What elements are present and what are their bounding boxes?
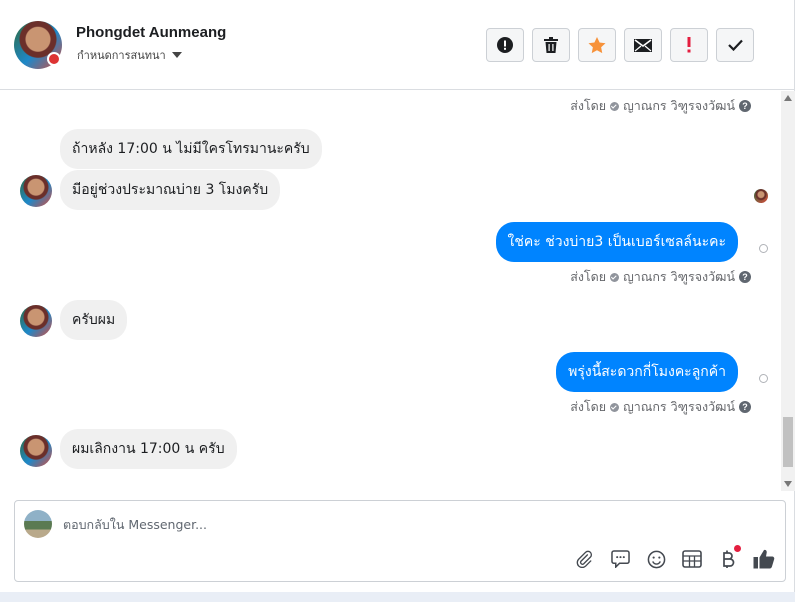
message-thread[interactable]: ส่งโดย ญาณกร วิฑูรจงวัฒน์ ? ถ้าหลัง 17:0… bbox=[0, 91, 781, 491]
sent-by-label: ส่งโดย bbox=[570, 399, 607, 414]
contact-avatar-small[interactable] bbox=[20, 435, 52, 467]
baht-icon bbox=[723, 550, 735, 568]
sent-by-meta: ส่งโดย ญาณกร วิฑูรจงวัฒน์ ? bbox=[570, 96, 751, 116]
message-bubble-outgoing[interactable]: ใช่คะ ช่วงบ่าย3 เป็นเบอร์เซลล์นะคะ bbox=[495, 222, 738, 262]
contact-avatar-small[interactable] bbox=[20, 305, 52, 337]
help-icon[interactable]: ? bbox=[739, 100, 751, 112]
verified-check-icon bbox=[610, 402, 620, 412]
saved-replies-button[interactable] bbox=[609, 548, 631, 570]
checkmark-icon bbox=[727, 39, 743, 51]
message-bubble-incoming[interactable]: ครับผม bbox=[60, 300, 128, 340]
attach-button[interactable] bbox=[573, 548, 595, 570]
conversation-label: กำหนดการสนทนา bbox=[77, 49, 166, 62]
sent-by-meta: ส่งโดย ญาณกร วิฑูรจงวัฒน์ ? bbox=[570, 397, 751, 417]
scroll-up-arrow-icon[interactable] bbox=[784, 95, 792, 101]
appointment-button[interactable] bbox=[681, 548, 703, 570]
smiley-icon bbox=[647, 550, 665, 568]
page-avatar bbox=[24, 510, 52, 538]
scrollbar-thumb[interactable] bbox=[783, 417, 793, 467]
sent-by-label: ส่งโดย bbox=[570, 269, 607, 284]
star-icon bbox=[588, 36, 606, 53]
message-bubble-incoming[interactable]: ถ้าหลัง 17:00 น ไม่มีใครโทรมานะครับ bbox=[60, 129, 322, 169]
speech-bubble-icon bbox=[610, 550, 630, 568]
reply-composer: ตอบกลับใน Messenger... bbox=[14, 500, 786, 582]
sender-name: ญาณกร วิฑูรจงวัฒน์ bbox=[623, 269, 735, 284]
exclamation-circle-icon bbox=[497, 37, 513, 53]
delivered-status-icon bbox=[759, 244, 768, 253]
star-button[interactable] bbox=[578, 28, 616, 62]
exclamation-icon bbox=[687, 37, 691, 53]
mark-important-button[interactable] bbox=[670, 28, 708, 62]
verified-check-icon bbox=[610, 272, 620, 282]
envelope-icon bbox=[634, 38, 652, 52]
notification-dot bbox=[734, 545, 741, 552]
sent-by-label: ส่งโดย bbox=[570, 98, 607, 113]
trash-icon bbox=[544, 37, 558, 53]
reply-input[interactable]: ตอบกลับใน Messenger... bbox=[63, 515, 207, 535]
composer-toolbar bbox=[573, 545, 775, 570]
help-icon[interactable]: ? bbox=[739, 271, 751, 283]
conversation-label-dropdown[interactable]: กำหนดการสนทนา bbox=[77, 46, 182, 64]
message-bubble-incoming[interactable]: มีอยู่ช่วงประมาณบ่าย 3 โมงครับ bbox=[60, 170, 281, 210]
mark-done-button[interactable] bbox=[716, 28, 754, 62]
scroll-down-arrow-icon[interactable] bbox=[784, 481, 792, 487]
paperclip-icon bbox=[576, 550, 593, 568]
contact-avatar[interactable] bbox=[14, 21, 62, 69]
sent-by-meta: ส่งโดย ญาณกร วิฑูรจงวัฒน์ ? bbox=[570, 267, 751, 287]
contact-name[interactable]: Phongdet Aunmeang bbox=[76, 24, 226, 41]
delivered-status-icon bbox=[759, 374, 768, 383]
thumbs-up-icon bbox=[753, 549, 775, 569]
thread-scrollbar[interactable] bbox=[781, 91, 795, 491]
emoji-button[interactable] bbox=[645, 548, 667, 570]
help-icon[interactable]: ? bbox=[739, 401, 751, 413]
caret-down-icon bbox=[171, 52, 182, 58]
contact-avatar-small[interactable] bbox=[20, 175, 52, 207]
delete-button[interactable] bbox=[532, 28, 570, 62]
messenger-window: Phongdet Aunmeang กำหนดการสนทนา ส่งโดย ญ… bbox=[0, 0, 795, 592]
status-dot bbox=[47, 52, 61, 66]
sender-name: ญาณกร วิฑูรจงวัฒน์ bbox=[623, 399, 735, 414]
header-actions bbox=[486, 28, 754, 62]
report-button[interactable] bbox=[486, 28, 524, 62]
payment-button[interactable] bbox=[717, 545, 741, 570]
message-bubble-outgoing[interactable]: พรุ่งนี้สะดวกกี่โมงคะลูกค้า bbox=[556, 352, 738, 392]
seen-avatar bbox=[754, 189, 768, 203]
verified-check-icon bbox=[610, 101, 620, 111]
table-icon bbox=[682, 550, 702, 568]
sender-name: ญาณกร วิฑูรจงวัฒน์ bbox=[623, 98, 735, 113]
mail-button[interactable] bbox=[624, 28, 662, 62]
message-bubble-incoming[interactable]: ผมเลิกงาน 17:00 น ครับ bbox=[60, 429, 237, 469]
conversation-header: Phongdet Aunmeang กำหนดการสนทนา bbox=[0, 0, 795, 90]
like-button[interactable] bbox=[753, 548, 775, 570]
